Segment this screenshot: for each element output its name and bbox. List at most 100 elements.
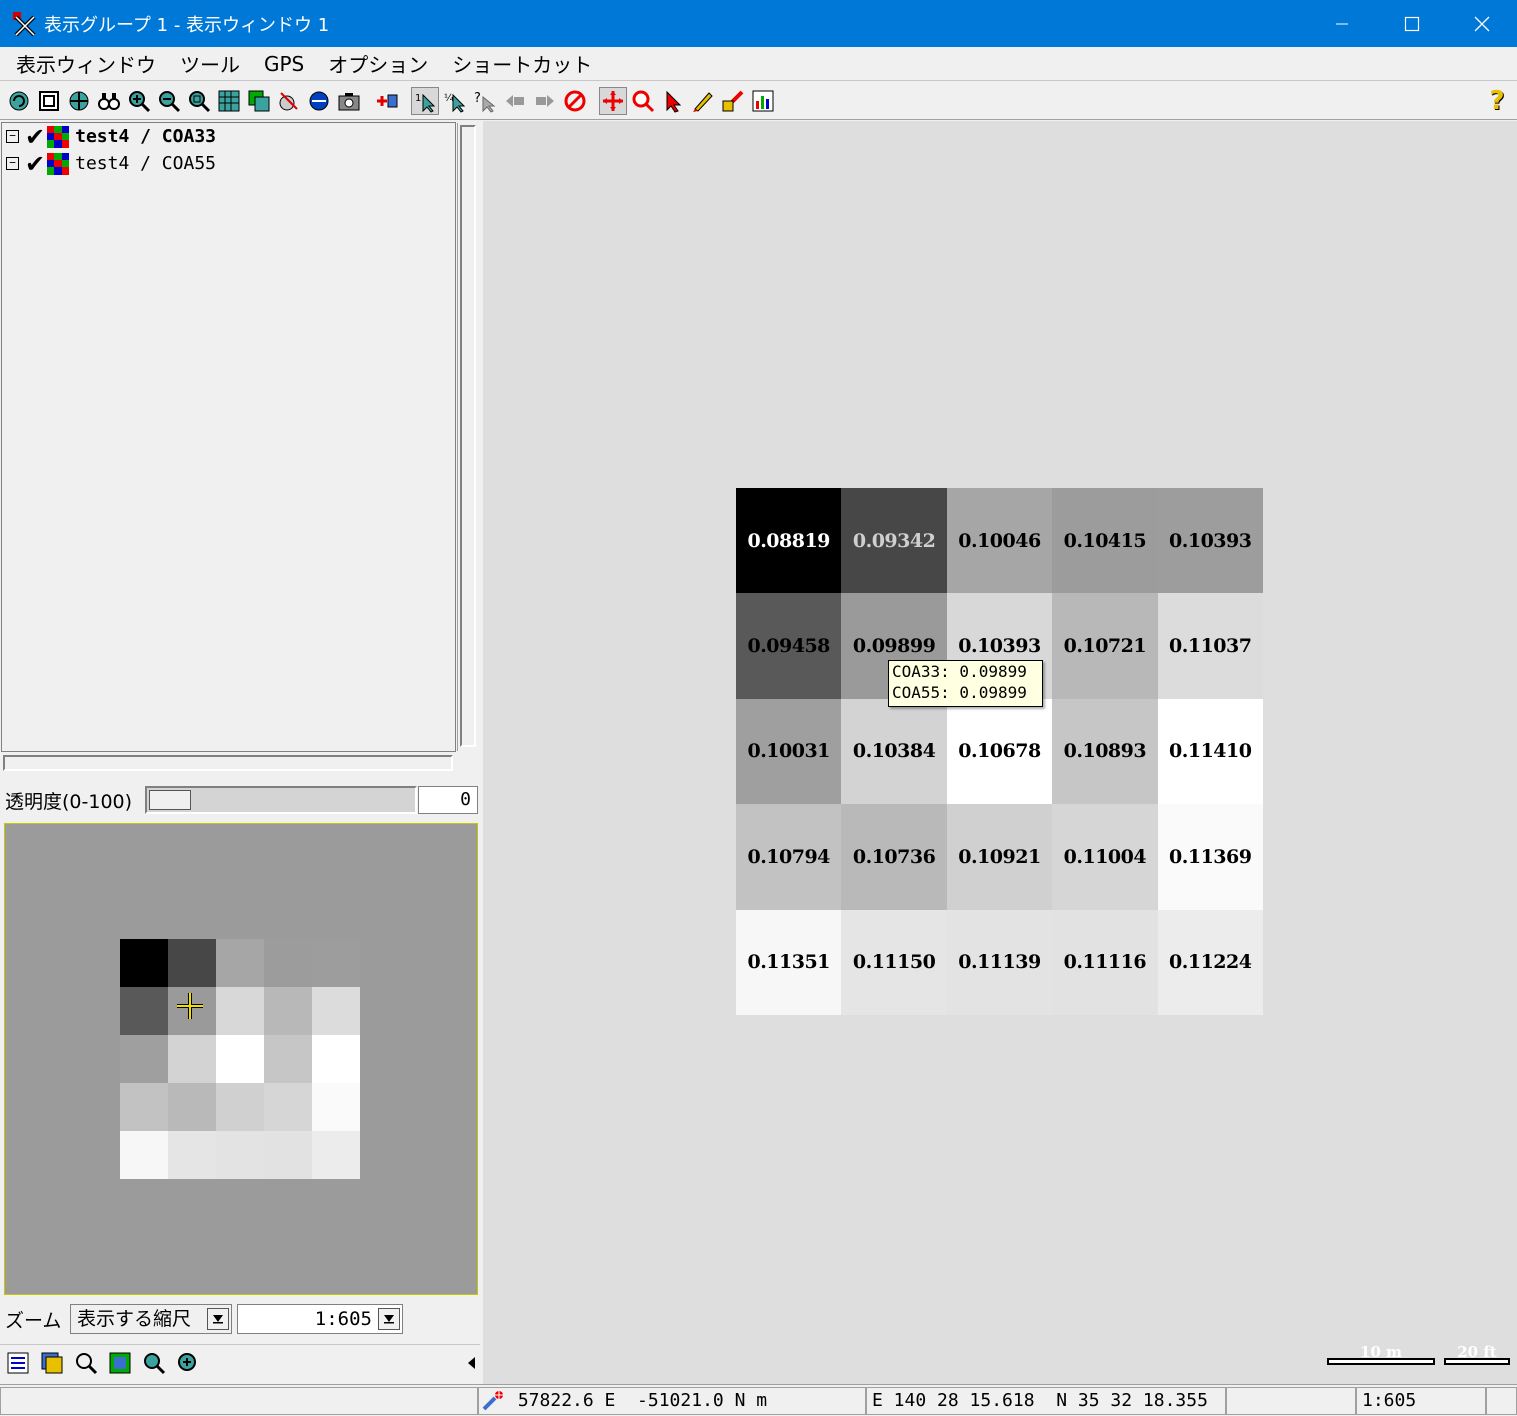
raster-cell[interactable]: 0.10384 — [841, 698, 947, 805]
zoom-binoculars-icon[interactable] — [95, 87, 123, 115]
raster-cell[interactable]: 0.11004 — [1052, 804, 1158, 910]
crosshair-tool-icon[interactable] — [599, 86, 627, 115]
status-resize-grip[interactable] — [1486, 1387, 1517, 1415]
raster-cell[interactable]: 0.11150 — [841, 909, 947, 1015]
raster-cell[interactable]: 0.11351 — [736, 909, 842, 1015]
raster-cell[interactable]: 0.10721 — [1052, 593, 1158, 699]
query-tool-icon[interactable]: ? — [471, 87, 499, 115]
pan-icon[interactable] — [65, 87, 93, 115]
gps-icon[interactable] — [305, 87, 333, 115]
overview-cell — [264, 1131, 312, 1179]
visibility-checkmark-icon[interactable]: ✔ — [25, 125, 45, 149]
layer-tree-horizontal-scrollbar[interactable] — [1, 753, 456, 773]
zoom-locate-icon[interactable] — [174, 1349, 202, 1377]
scrollbar-thumb[interactable] — [3, 755, 453, 771]
layer-tree-vertical-scrollbar[interactable] — [457, 123, 477, 751]
zoom-mode-select[interactable]: 表示する縮尺 — [70, 1304, 232, 1334]
close-button[interactable] — [1447, 0, 1517, 47]
raster-cell[interactable]: 0.09342 — [841, 488, 947, 594]
layer-label[interactable]: test4 / COA33 — [75, 126, 216, 147]
zoom-tool-icon[interactable] — [629, 87, 657, 115]
menu-options[interactable]: オプション — [328, 49, 428, 78]
add-layer-icon[interactable] — [373, 87, 401, 115]
map-view-icon[interactable] — [106, 1349, 134, 1377]
select-tool-icon[interactable]: 1 — [411, 86, 439, 115]
raster-cell[interactable]: 0.10736 — [841, 804, 947, 910]
scrollbar-thumb[interactable] — [460, 125, 476, 747]
help-icon[interactable]: ? — [1483, 87, 1511, 115]
raster-layer-icon — [47, 125, 70, 148]
raster-cell[interactable]: 0.10893 — [1052, 698, 1158, 805]
legend-list-icon[interactable] — [4, 1349, 32, 1377]
raster-cell[interactable]: 0.09458 — [736, 593, 842, 699]
opacity-slider[interactable] — [145, 786, 417, 814]
full-extent-icon[interactable] — [35, 87, 63, 115]
raster-cell[interactable]: 0.10046 — [946, 488, 1053, 594]
minimize-button[interactable] — [1307, 0, 1377, 47]
zoom-scale-select[interactable]: 1:605 — [237, 1304, 403, 1334]
menu-tools[interactable]: ツール — [180, 49, 240, 78]
zoom-mode-value: 表示する縮尺 — [77, 1308, 192, 1330]
zoom-box-icon[interactable] — [185, 87, 213, 115]
menu-view-window[interactable]: 表示ウィンドウ — [16, 49, 156, 78]
title-bar: 表示グループ 1 - 表示ウィンドウ 1 — [0, 0, 1517, 47]
layer-group-icon[interactable] — [38, 1349, 66, 1377]
status-scale-text: 1:605 — [1362, 1390, 1417, 1411]
chevron-down-icon[interactable] — [378, 1308, 400, 1330]
collapse-icon[interactable]: − — [6, 157, 19, 170]
overview-cell — [312, 1035, 360, 1083]
overview-cell — [120, 1131, 168, 1179]
overview-cell — [120, 1083, 168, 1131]
sketch-tool-icon[interactable] — [689, 87, 717, 115]
stop-icon[interactable] — [561, 87, 589, 115]
raster-cell[interactable]: 0.10678 — [946, 698, 1053, 805]
raster-cell[interactable]: 0.08819 — [736, 488, 842, 594]
chevron-down-icon[interactable] — [207, 1308, 229, 1330]
maximize-button[interactable] — [1377, 0, 1447, 47]
previous-icon[interactable] — [501, 87, 529, 115]
opacity-slider-handle[interactable] — [149, 790, 191, 810]
raster-cell[interactable]: 0.10031 — [736, 698, 842, 805]
opacity-value-field[interactable]: 0 — [418, 786, 478, 814]
raster-cell[interactable]: 0.11037 — [1157, 593, 1263, 699]
menu-shortcuts[interactable]: ショートカット — [452, 49, 592, 78]
raster-cell[interactable]: 0.11224 — [1157, 909, 1263, 1015]
raster-cell[interactable]: 0.11116 — [1052, 909, 1158, 1015]
zoom-extent-icon[interactable] — [140, 1349, 168, 1377]
search-icon[interactable] — [72, 1349, 100, 1377]
raster-cell[interactable]: 0.11410 — [1157, 698, 1263, 805]
redraw-icon[interactable] — [5, 87, 33, 115]
collapse-icon[interactable]: − — [6, 130, 19, 143]
overview-map[interactable] — [4, 823, 478, 1295]
raster-cell[interactable]: 0.10921 — [946, 804, 1053, 910]
visibility-checkmark-icon[interactable]: ✔ — [25, 152, 45, 176]
multi-select-icon[interactable]: ¼ — [441, 87, 469, 115]
raster-cell[interactable]: 0.10415 — [1052, 488, 1158, 594]
camera-icon[interactable] — [335, 87, 363, 115]
opacity-label: 透明度(0-100) — [5, 790, 133, 813]
collapse-panel-icon[interactable] — [466, 1355, 476, 1371]
menu-gps[interactable]: GPS — [264, 52, 304, 76]
layer-label[interactable]: test4 / COA55 — [75, 153, 216, 174]
raster-cell[interactable]: 0.10393 — [1157, 488, 1263, 594]
zoom-active-icon[interactable] — [275, 87, 303, 115]
zoom-layer-icon[interactable] — [245, 87, 273, 115]
overview-cell — [312, 1131, 360, 1179]
scalebar-label: 20 ft — [1457, 1343, 1497, 1361]
next-icon[interactable] — [531, 87, 559, 115]
measure-tool-icon[interactable] — [719, 87, 747, 115]
map-view[interactable]: 0.08819 0.09342 0.10046 0.10415 0.10393 0.094… — [483, 121, 1517, 1384]
zoom-in-icon[interactable] — [125, 87, 153, 115]
layer-row[interactable]: − ✔ test4 / COA33 — [2, 123, 455, 150]
raster-cell[interactable]: 0.11139 — [946, 909, 1053, 1015]
histogram-tool-icon[interactable] — [749, 87, 777, 115]
app-icon[interactable] — [12, 11, 38, 37]
zoom-pixel-icon[interactable] — [215, 87, 243, 115]
raster-cell[interactable]: 0.10794 — [736, 804, 842, 910]
main-toolbar: 1 ¼ ? ? — [0, 82, 1517, 120]
pointer-tool-icon[interactable] — [659, 87, 687, 115]
raster-cell[interactable]: 0.11369 — [1157, 804, 1263, 910]
zoom-out-icon[interactable] — [155, 87, 183, 115]
status-bar: 57822.6 E -51021.0 N m E 140 28 15.618 N… — [0, 1384, 1517, 1416]
layer-row[interactable]: − ✔ test4 / COA55 — [2, 150, 455, 177]
